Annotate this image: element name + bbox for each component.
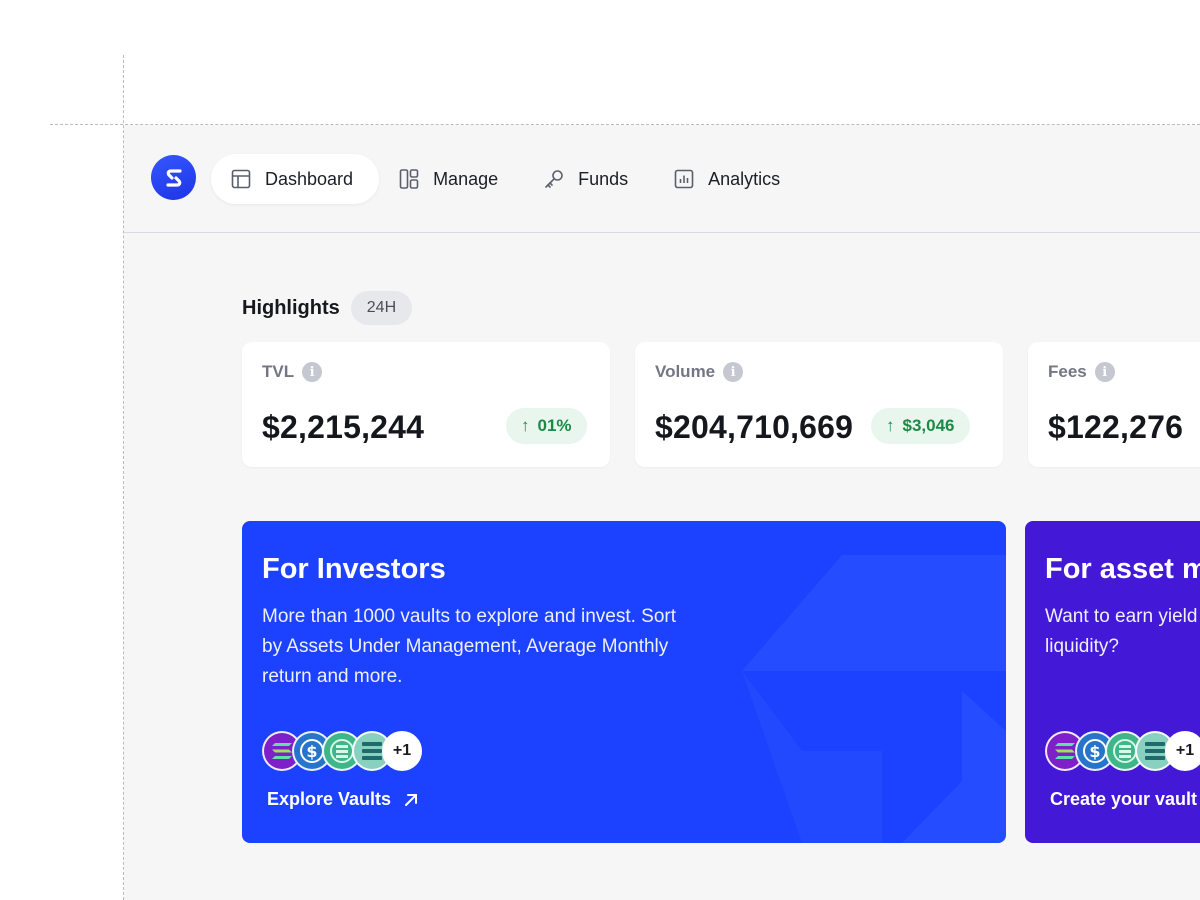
svg-text:$: $ [306, 742, 317, 761]
delta-badge: ↑ $3,046 [871, 408, 970, 444]
external-arrow-icon [403, 792, 419, 808]
nav-label: Funds [578, 168, 629, 189]
link-label: Create your vault [1050, 789, 1198, 809]
info-icon[interactable]: i [723, 362, 744, 382]
delta-value: 01% [537, 416, 572, 435]
token-avatars: $ +1 [1045, 731, 1200, 771]
nav-item-funds[interactable]: Funds [516, 154, 646, 204]
stat-label-text: TVL [262, 362, 295, 381]
stat-value: $122,276 [1048, 409, 1184, 445]
nav-item-manage[interactable]: Manage [379, 154, 516, 204]
stat-label: Fees i [1048, 362, 1115, 382]
info-icon[interactable]: i [1094, 362, 1115, 382]
key-icon [542, 167, 566, 191]
app-window: Dashboard Manage Funds Analytics Highlig… [124, 125, 1200, 900]
delta-badge: ↑ 01% [506, 408, 587, 444]
arrow-up-icon: ↑ [886, 416, 895, 435]
stat-value: $2,215,244 [262, 409, 425, 445]
more-tokens-count: +1 [1165, 731, 1200, 771]
token-avatars: $ +1 [262, 731, 422, 771]
more-tokens-count: +1 [382, 731, 422, 771]
nav-label: Analytics [708, 168, 781, 189]
create-vault-link[interactable]: Create your vault [1050, 789, 1197, 810]
main-nav: Dashboard Manage Funds Analytics [211, 154, 798, 204]
card-description: Want to earn yield with your liquidity? [1045, 606, 1200, 657]
stat-label-text: Fees [1048, 362, 1087, 381]
svg-text:$: $ [1089, 742, 1100, 761]
stat-value: $204,710,669 [655, 409, 854, 445]
section-title: Highlights [242, 296, 340, 319]
stat-label: Volume i [655, 362, 744, 382]
card-description: More than 1000 vaults to explore and inv… [262, 606, 677, 687]
stat-card-tvl: TVL i $2,215,244 ↑ 01% [242, 342, 610, 467]
asset-managers-card: For asset managers Want to earn yield wi… [1025, 521, 1200, 843]
period-selector[interactable]: 24H [350, 291, 413, 325]
nav-item-dashboard[interactable]: Dashboard [211, 154, 380, 204]
layout-icon [229, 167, 253, 191]
highlights-header: Highlights 24H [242, 291, 413, 325]
card-title: For asset managers [1045, 553, 1200, 585]
stat-card-fees: Fees i $122,276 [1028, 342, 1200, 467]
bar-chart-icon [672, 167, 696, 191]
nav-label: Dashboard [265, 168, 354, 189]
info-icon[interactable]: i [302, 362, 323, 382]
investors-card: For Investors More than 1000 vaults to e… [242, 521, 1006, 843]
logo-icon[interactable] [151, 155, 196, 200]
stat-label: TVL i [262, 362, 323, 382]
nav-item-analytics[interactable]: Analytics [646, 154, 798, 204]
link-label: Explore Vaults [267, 789, 392, 809]
stat-label-text: Volume [655, 362, 716, 381]
arrow-up-icon: ↑ [521, 416, 530, 435]
canvas: Dashboard Manage Funds Analytics Highlig… [0, 0, 1200, 900]
card-title: For Investors [262, 553, 446, 585]
delta-value: $3,046 [902, 416, 955, 435]
explore-vaults-link[interactable]: Explore Vaults [267, 789, 419, 810]
nav-label: Manage [433, 168, 499, 189]
grid-icon [397, 167, 421, 191]
stat-card-volume: Volume i $204,710,669 ↑ $3,046 [635, 342, 1003, 467]
top-navbar: Dashboard Manage Funds Analytics [124, 125, 1200, 233]
